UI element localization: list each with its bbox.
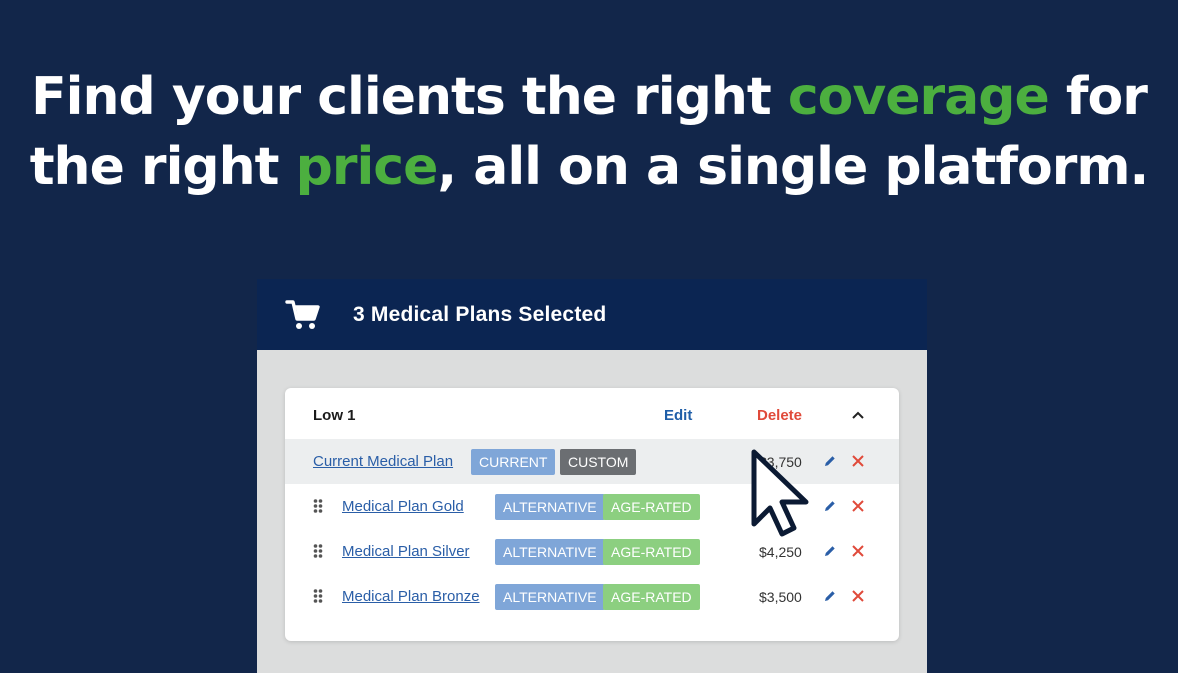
close-icon[interactable]: [852, 590, 864, 602]
plan-link[interactable]: Current Medical Plan: [313, 453, 453, 470]
status-badge: CURRENT: [471, 449, 556, 475]
status-badge: AGE-RATED: [603, 539, 700, 565]
headline-line-1: Find your clients the right coverage for: [0, 62, 1178, 132]
plan-group-header: Low 1 Edit Delete: [285, 388, 899, 439]
mouse-pointer-icon: [751, 449, 809, 537]
headline-text: for: [1048, 67, 1148, 127]
plan-link[interactable]: Medical Plan Silver: [342, 543, 470, 560]
status-badge: AGE-RATED: [603, 584, 700, 610]
drag-handle-icon[interactable]: [313, 498, 323, 514]
drag-handle-icon[interactable]: [313, 588, 323, 604]
edit-button[interactable]: Edit: [664, 407, 692, 424]
close-icon[interactable]: [852, 455, 864, 467]
headline-text: the right: [29, 137, 296, 197]
pencil-icon[interactable]: [823, 544, 837, 558]
chevron-up-icon[interactable]: [851, 410, 865, 420]
selected-plans-panel: 3 Medical Plans Selected Low 1 Edit Dele…: [257, 279, 927, 673]
plan-price: $4,250: [759, 544, 802, 560]
plan-link[interactable]: Medical Plan Gold: [342, 498, 464, 515]
status-badge: AGE-RATED: [603, 494, 700, 520]
headline-text: , all on a single platform.: [437, 137, 1149, 197]
status-badge: CUSTOM: [560, 449, 637, 475]
pencil-icon[interactable]: [823, 499, 837, 513]
headline: Find your clients the right coverage for…: [0, 62, 1178, 202]
pencil-icon[interactable]: [823, 454, 837, 468]
headline-accent-price: price: [295, 137, 439, 197]
close-icon[interactable]: [852, 500, 864, 512]
group-name: Low 1: [313, 407, 356, 424]
delete-button[interactable]: Delete: [757, 407, 802, 424]
plan-price: $3,500: [759, 589, 802, 605]
status-badge: ALTERNATIVE: [495, 539, 605, 565]
status-badge: ALTERNATIVE: [495, 494, 605, 520]
plan-link[interactable]: Medical Plan Bronze: [342, 588, 480, 605]
close-icon[interactable]: [852, 545, 864, 557]
pencil-icon[interactable]: [823, 589, 837, 603]
headline-line-2: the right price, all on a single platfor…: [0, 132, 1178, 202]
panel-title: 3 Medical Plans Selected: [353, 302, 607, 326]
headline-text: Find your clients the right: [31, 67, 788, 127]
panel-header: 3 Medical Plans Selected: [257, 279, 927, 350]
status-badge: ALTERNATIVE: [495, 584, 605, 610]
cart-icon: [285, 299, 320, 329]
headline-accent-coverage: coverage: [787, 67, 1050, 127]
drag-handle-icon[interactable]: [313, 543, 323, 559]
table-row: Medical Plan Bronze ALTERNATIVE AGE-RATE…: [285, 574, 899, 619]
